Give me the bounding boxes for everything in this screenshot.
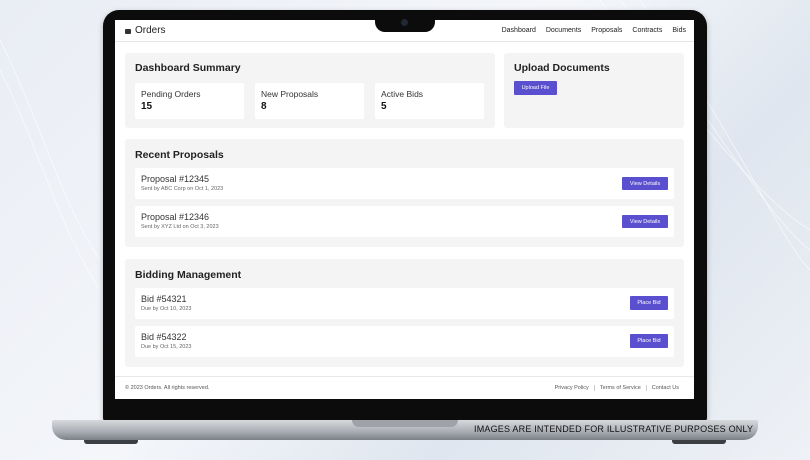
stat-label: Pending Orders bbox=[141, 89, 201, 99]
stat-active-bids: Active Bids 5 bbox=[375, 83, 484, 119]
upload-documents-panel: Upload Documents Upload File bbox=[504, 53, 684, 128]
stat-value: 5 bbox=[381, 101, 387, 112]
bid-due-date: Due by Oct 10, 2023 bbox=[141, 306, 192, 312]
dashboard-summary-title: Dashboard Summary bbox=[135, 62, 241, 74]
nav-item-documents[interactable]: Documents bbox=[546, 27, 581, 34]
app-title: Orders bbox=[135, 25, 166, 36]
place-bid-button[interactable]: Place Bid bbox=[630, 334, 668, 348]
nav-links: Dashboard Documents Proposals Contracts … bbox=[502, 27, 686, 34]
stat-new-proposals: New Proposals 8 bbox=[255, 83, 364, 119]
laptop-opening-notch bbox=[352, 420, 458, 427]
bidding-management-panel: Bidding Management Bid #54321 Due by Oct… bbox=[125, 259, 684, 367]
proposal-title: Proposal #12345 bbox=[141, 174, 210, 184]
proposal-sender: Sent by XYZ Ltd on Oct 3, 2023 bbox=[141, 224, 219, 230]
recent-proposals-panel: Recent Proposals Proposal #12345 Sent by… bbox=[125, 139, 684, 247]
stat-value: 15 bbox=[141, 101, 153, 112]
laptop-foot bbox=[672, 440, 726, 444]
proposal-sender: Sent by ABC Corp on Oct 1, 2023 bbox=[141, 186, 224, 192]
briefcase-icon bbox=[125, 28, 131, 34]
nav-item-proposals[interactable]: Proposals bbox=[591, 27, 622, 34]
terms-of-service-link[interactable]: Terms of Service bbox=[593, 385, 646, 391]
stat-pending-orders: Pending Orders 15 bbox=[135, 83, 244, 119]
nav-item-contracts[interactable]: Contracts bbox=[632, 27, 662, 34]
disclaimer-text: IMAGES ARE INTENDED FOR ILLUSTRATIVE PUR… bbox=[474, 424, 754, 434]
view-details-button[interactable]: View Details bbox=[622, 215, 668, 228]
page-footer: © 2023 Orders. All rights reserved. Priv… bbox=[115, 376, 694, 399]
laptop-foot bbox=[84, 440, 138, 444]
stat-label: Active Bids bbox=[381, 89, 424, 99]
bid-row: Bid #54322 Due by Oct 15, 2023 Place Bid bbox=[135, 326, 674, 357]
bid-row: Bid #54321 Due by Oct 10, 2023 Place Bid bbox=[135, 288, 674, 319]
place-bid-button[interactable]: Place Bid bbox=[630, 296, 668, 310]
brand[interactable]: Orders bbox=[125, 25, 166, 36]
privacy-policy-link[interactable]: Privacy Policy bbox=[550, 385, 594, 391]
copyright-text: © 2023 Orders. All rights reserved. bbox=[125, 385, 210, 391]
upload-documents-title: Upload Documents bbox=[514, 62, 610, 74]
bid-title: Bid #54322 bbox=[141, 332, 187, 342]
view-details-button[interactable]: View Details bbox=[622, 177, 668, 190]
recent-proposals-title: Recent Proposals bbox=[135, 149, 224, 161]
bidding-management-title: Bidding Management bbox=[135, 269, 242, 281]
bid-due-date: Due by Oct 15, 2023 bbox=[141, 344, 192, 350]
footer-links: Privacy Policy Terms of Service Contact … bbox=[550, 385, 684, 391]
proposal-row: Proposal #12346 Sent by XYZ Ltd on Oct 3… bbox=[135, 206, 674, 237]
stat-label: New Proposals bbox=[261, 89, 319, 99]
camera-icon bbox=[401, 19, 408, 26]
stat-value: 8 bbox=[261, 101, 267, 112]
nav-item-dashboard[interactable]: Dashboard bbox=[502, 27, 536, 34]
contact-us-link[interactable]: Contact Us bbox=[645, 385, 684, 391]
proposal-title: Proposal #12346 bbox=[141, 212, 210, 222]
app-screen: Orders Dashboard Documents Proposals Con… bbox=[115, 20, 694, 399]
dashboard-summary-panel: Dashboard Summary Pending Orders 15 New … bbox=[125, 53, 495, 128]
nav-item-bids[interactable]: Bids bbox=[672, 27, 686, 34]
proposal-row: Proposal #12345 Sent by ABC Corp on Oct … bbox=[135, 168, 674, 199]
upload-file-button[interactable]: Upload File bbox=[514, 81, 557, 95]
bid-title: Bid #54321 bbox=[141, 294, 187, 304]
